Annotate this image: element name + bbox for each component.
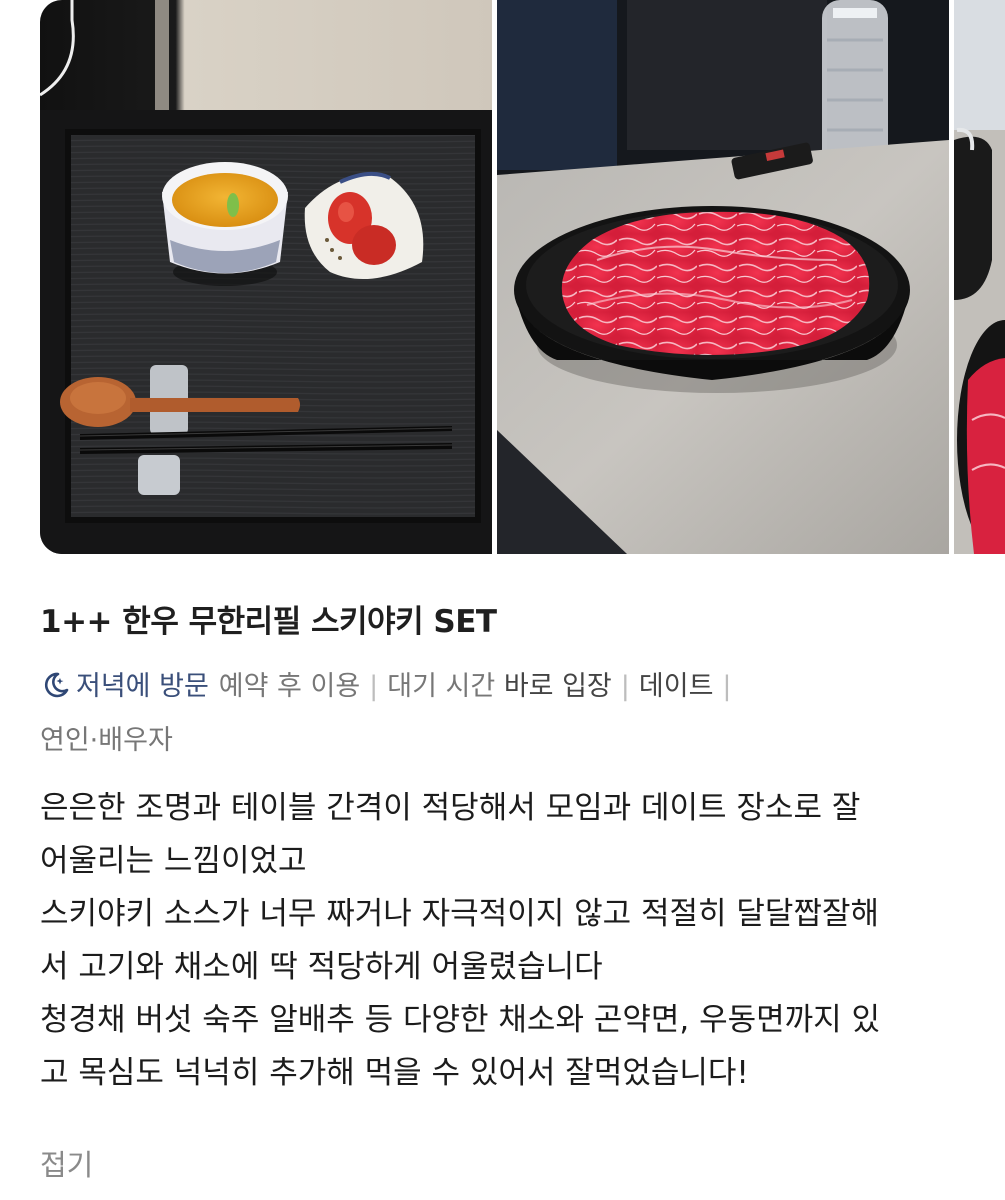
tag-separator: | bbox=[369, 671, 379, 702]
tray-setting-image bbox=[40, 0, 492, 554]
photo-beef-plate[interactable] bbox=[497, 0, 949, 554]
review-text: 은은한 조명과 테이블 간격이 적당해서 모임과 데이트 장소로 잘 어울리는 … bbox=[40, 782, 970, 1100]
review-line: 고 목심도 넉넉히 추가해 먹을 수 있어서 잘먹었습니다! bbox=[40, 1055, 749, 1091]
review-line: 스키야키 소스가 너무 짜거나 자극적이지 않고 적절히 달달짭잘해 bbox=[40, 896, 880, 932]
review-line: 서 고기와 채소에 딱 적당하게 어울렸습니다 bbox=[40, 949, 603, 985]
companion-tag: 연인·배우자 bbox=[40, 725, 173, 756]
menu-title: 1++ 한우 무한리필 스키야키 SET bbox=[40, 604, 497, 640]
visit-tags-row-1: 저녁에 방문 예약 후 이용 | 대기 시간 바로 입장 | 데이트 | bbox=[40, 660, 940, 714]
third-photo-image bbox=[954, 0, 1005, 554]
photo-carousel[interactable] bbox=[40, 0, 1005, 554]
review-line: 어울리는 느낌이었고 bbox=[40, 843, 307, 879]
photo-tray-setting[interactable] bbox=[40, 0, 492, 554]
reservation-tag: 예약 후 이용 bbox=[218, 671, 361, 702]
fold-button[interactable]: 접기 bbox=[40, 1142, 93, 1184]
visit-tags-row-2: 연인·배우자 bbox=[40, 714, 940, 768]
wait-time-value: 바로 입장 bbox=[503, 671, 612, 702]
visit-tags: 저녁에 방문 예약 후 이용 | 대기 시간 바로 입장 | 데이트 | 연인·배우자 bbox=[40, 660, 940, 768]
photo-partial-third[interactable] bbox=[954, 0, 1005, 554]
purpose-tag: 데이트 bbox=[638, 671, 714, 702]
visit-time-label: 저녁에 방문 bbox=[76, 671, 209, 702]
tag-separator: | bbox=[722, 671, 732, 702]
beef-plate-image bbox=[497, 0, 949, 554]
wait-time-key: 대기 시간 bbox=[387, 671, 496, 702]
tag-separator: | bbox=[620, 671, 630, 702]
review-line: 청경채 버섯 숙주 알배추 등 다양한 채소와 곤약면, 우동면까지 있 bbox=[40, 1002, 881, 1038]
review-line: 은은한 조명과 테이블 간격이 적당해서 모임과 데이트 장소로 잘 bbox=[40, 790, 861, 826]
moon-icon bbox=[40, 665, 70, 698]
